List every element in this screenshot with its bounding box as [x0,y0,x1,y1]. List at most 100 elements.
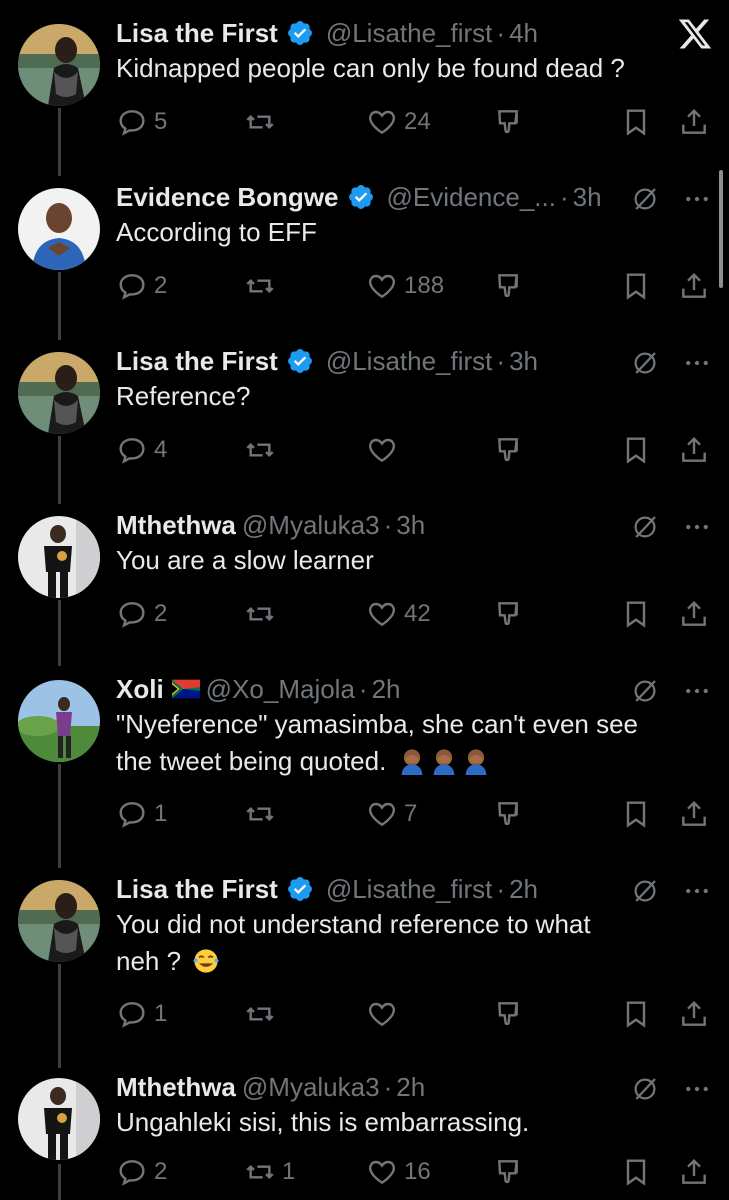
share-icon [682,1158,706,1184]
separator-dot: · [383,1071,393,1102]
avatar[interactable] [18,516,100,598]
more-icon [686,524,708,530]
like-button[interactable]: 24 [366,106,431,138]
bookmark-button[interactable] [620,998,652,1030]
author-name[interactable]: Mthethwa [116,1072,236,1103]
bookmark-button[interactable] [620,270,652,302]
grok-icon [634,516,656,538]
author-name[interactable]: Lisa the First [116,18,278,49]
author-handle[interactable]: @Lisathe_first [326,346,493,377]
like-button[interactable]: 42 [366,598,431,630]
retweet-icon [246,114,274,130]
author-handle[interactable]: @Evidence_... [387,182,556,213]
timestamp[interactable]: 2h [509,874,538,905]
tweet-text: "Nyeference" yamasimba, she can't even s… [116,706,696,780]
like-button[interactable]: 16 [366,1156,431,1188]
reply-count: 1 [154,1000,168,1027]
share-button[interactable] [678,998,710,1030]
retweet-button[interactable] [244,106,282,138]
like-count: 42 [404,600,431,627]
retweet-button[interactable]: 1 [244,1156,295,1188]
retweet-button[interactable] [244,998,282,1030]
grok-icon [634,680,656,702]
author-name[interactable]: Xoli [116,674,164,705]
timestamp[interactable]: 2h [372,674,401,705]
timestamp[interactable]: 3h [396,510,425,541]
share-button[interactable] [678,270,710,302]
author-handle[interactable]: @Lisathe_first [326,18,493,49]
dislike-button[interactable] [494,598,526,630]
bookmark-button[interactable] [620,1156,652,1188]
heart-icon [368,602,396,627]
bookmark-button[interactable] [620,598,652,630]
timestamp[interactable]: 3h [509,346,538,377]
reply-button[interactable]: 2 [116,1156,167,1188]
timestamp[interactable]: 2h [396,1072,425,1103]
dislike-button[interactable] [494,798,526,830]
share-button[interactable] [678,434,710,466]
reply-button[interactable]: 5 [116,106,167,138]
bookmark-button[interactable] [620,798,652,830]
avatar[interactable] [18,188,100,270]
avatar[interactable] [18,24,100,106]
like-count: 188 [404,272,445,299]
share-button[interactable] [678,1156,710,1188]
author-name[interactable]: Evidence Bongwe [116,182,339,213]
like-button[interactable]: 188 [366,270,444,302]
like-button[interactable]: 7 [366,798,417,830]
reply-icon [119,274,145,300]
author-handle[interactable]: @Lisathe_first [326,874,493,905]
share-button[interactable] [678,798,710,830]
verified-badge-icon [287,21,312,45]
dislike-button[interactable] [494,270,526,302]
reply-count: 2 [154,600,168,627]
reply-count: 2 [154,1158,168,1185]
bookmark-icon [626,1001,646,1028]
timestamp[interactable]: 4h [509,18,538,49]
author-name[interactable]: Mthethwa [116,510,236,541]
avatar[interactable] [18,352,100,434]
avatar[interactable] [18,680,100,762]
reply-button[interactable]: 2 [116,598,167,630]
timestamp[interactable]: 3h [573,182,602,213]
tweet-text: Kidnapped people can only be found dead … [116,53,625,83]
heart-icon [368,1160,396,1185]
reply-button[interactable]: 1 [116,798,167,830]
like-button[interactable] [366,998,404,1030]
reply-button[interactable]: 1 [116,998,167,1030]
avatar[interactable] [18,1078,100,1160]
x-logo-icon[interactable] [677,16,713,52]
retweet-button[interactable] [244,434,282,466]
like-button[interactable] [366,434,404,466]
dislike-button[interactable] [494,434,526,466]
share-button[interactable] [678,598,710,630]
retweet-button[interactable] [244,798,282,830]
retweet-icon [246,806,274,822]
thumbs-down-icon [498,274,519,298]
reply-icon [119,110,145,136]
more-icon [686,1086,708,1092]
author-handle[interactable]: @Myaluka3 [242,510,380,541]
retweet-button[interactable] [244,270,282,302]
bookmark-button[interactable] [620,106,652,138]
dislike-button[interactable] [494,998,526,1030]
share-icon [682,1000,706,1026]
retweet-button[interactable] [244,598,282,630]
author-name[interactable]: Lisa the First [116,346,278,377]
author-handle[interactable]: @Xo_Majola [206,674,355,705]
avatar[interactable] [18,880,100,962]
like-count: 24 [404,108,431,135]
dislike-button[interactable] [494,1156,526,1188]
reply-button[interactable]: 4 [116,434,167,466]
retweet-icon [246,442,274,458]
share-button[interactable] [678,106,710,138]
author-handle[interactable]: @Myaluka3 [242,1072,380,1103]
retweet-icon [246,1006,274,1022]
bookmark-button[interactable] [620,434,652,466]
thumbs-down-icon [498,1160,519,1184]
author-name[interactable]: Lisa the First [116,874,278,905]
reply-button[interactable]: 2 [116,270,167,302]
retweet-icon [246,278,274,294]
tweet-text: According to EFF [116,217,317,247]
dislike-button[interactable] [494,106,526,138]
